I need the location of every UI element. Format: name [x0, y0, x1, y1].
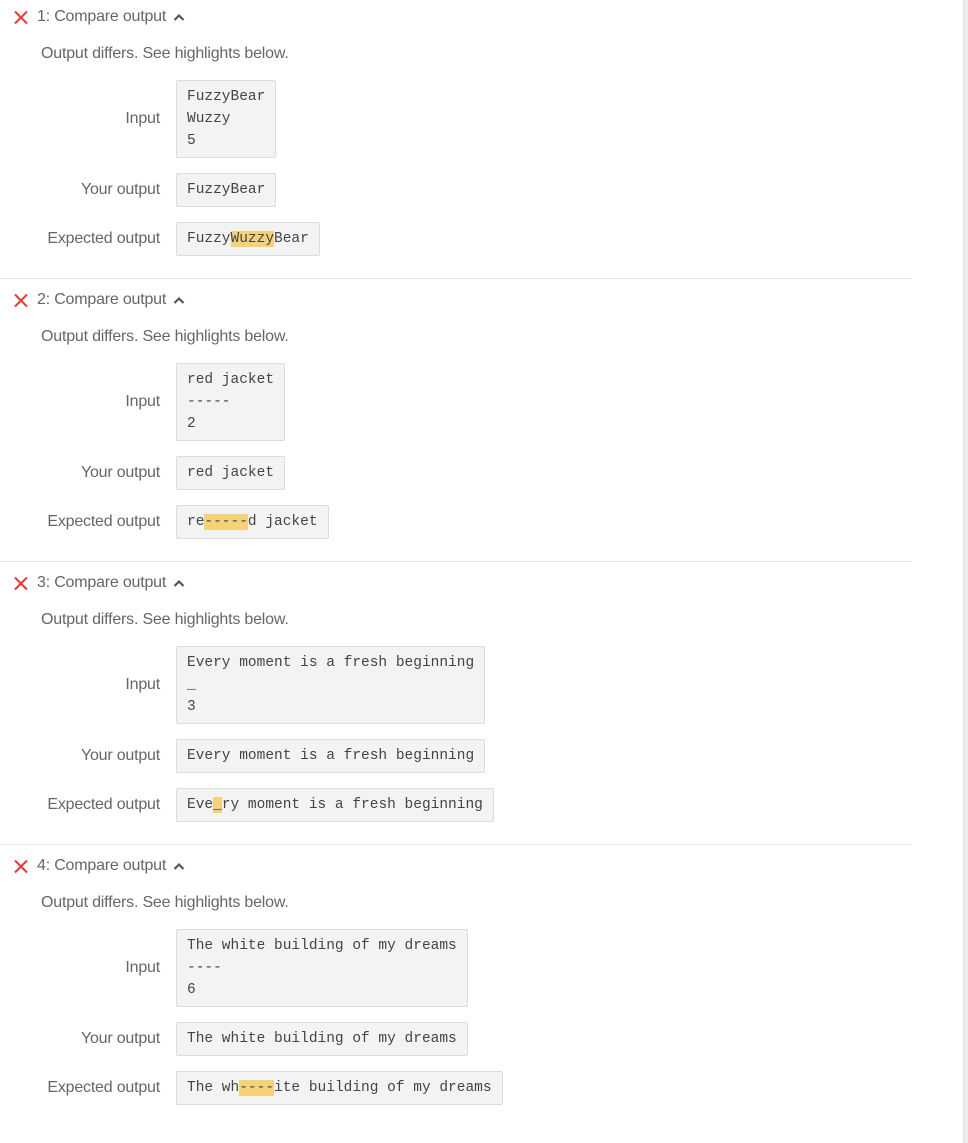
- expected-text: re: [187, 514, 205, 530]
- your-output-label: Your output: [80, 1030, 160, 1047]
- input-label: Input: [125, 959, 160, 976]
- expected-output-row: Expected output The wh----ite building o…: [0, 1071, 912, 1105]
- diff-message: Output differs. See highlights below.: [41, 45, 289, 62]
- input-line: 5: [187, 133, 196, 149]
- expected-output-label: Expected output: [47, 796, 160, 813]
- input-row: Input FuzzyBear Wuzzy 5: [0, 80, 912, 158]
- expected-output-box: re-----d jacket: [176, 505, 329, 539]
- expected-output-label: Expected output: [47, 230, 160, 247]
- input-line: 3: [187, 699, 196, 715]
- input-row: Input red jacket ----- 2: [0, 363, 912, 441]
- fail-x-icon: [13, 9, 29, 25]
- input-line: Every moment is a fresh beginning: [187, 655, 475, 671]
- expected-text: ry moment is a fresh beginning: [221, 797, 483, 813]
- your-output-box: red jacket: [176, 456, 286, 490]
- test-title: 1: Compare output: [37, 8, 167, 25]
- input-box: red jacket ----- 2: [176, 363, 286, 441]
- your-output-label: Your output: [80, 747, 160, 764]
- scrollbar[interactable]: [963, 0, 968, 1143]
- diff-message: Output differs. See highlights below.: [41, 611, 289, 628]
- input-label: Input: [125, 393, 160, 410]
- your-output-label: Your output: [80, 181, 160, 198]
- input-label: Input: [125, 676, 160, 693]
- expected-output-label: Expected output: [47, 513, 160, 530]
- your-output-row: Your output red jacket: [0, 456, 912, 490]
- test-title: 3: Compare output: [37, 574, 167, 591]
- test-header[interactable]: 1: Compare output: [0, 6, 912, 28]
- diff-message: Output differs. See highlights below.: [41, 894, 289, 911]
- test-header[interactable]: 4: Compare output: [0, 855, 912, 877]
- test-header[interactable]: 3: Compare output: [0, 572, 912, 594]
- expected-text: The wh: [187, 1080, 240, 1096]
- input-line: 2: [187, 416, 196, 432]
- chevron-up-icon[interactable]: [172, 10, 186, 24]
- input-row: Input Every moment is a fresh beginning _…: [0, 646, 912, 724]
- diff-highlight: -----: [204, 514, 248, 530]
- test-title: 4: Compare output: [37, 857, 167, 874]
- expected-output-row: Expected output Eve_ry moment is a fresh…: [0, 788, 912, 822]
- input-line: red jacket: [187, 372, 275, 388]
- diff-highlight: ----: [239, 1080, 275, 1096]
- your-output-box: The white building of my dreams: [176, 1022, 468, 1056]
- diff-message: Output differs. See highlights below.: [41, 328, 289, 345]
- input-box: FuzzyBear Wuzzy 5: [176, 80, 277, 158]
- expected-text: d jacket: [247, 514, 318, 530]
- chevron-up-icon[interactable]: [172, 576, 186, 590]
- expected-output-row: Expected output FuzzyWuzzyBear: [0, 222, 912, 256]
- test-result: 4: Compare output Output differs. See hi…: [0, 845, 912, 1127]
- test-title: 2: Compare output: [37, 291, 167, 308]
- expected-output-row: Expected output re-----d jacket: [0, 505, 912, 539]
- input-label: Input: [125, 110, 160, 127]
- expected-text: ite building of my dreams: [274, 1080, 492, 1096]
- test-result: 2: Compare output Output differs. See hi…: [0, 279, 912, 562]
- test-results-list: 1: Compare output Output differs. See hi…: [0, 0, 912, 1127]
- chevron-up-icon[interactable]: [172, 859, 186, 873]
- your-output-label: Your output: [80, 464, 160, 481]
- fail-x-icon: [13, 858, 29, 874]
- input-line: The white building of my dreams: [187, 938, 457, 954]
- input-line: 6: [187, 982, 196, 998]
- expected-text: Eve: [187, 797, 214, 813]
- expected-output-box: The wh----ite building of my dreams: [176, 1071, 503, 1105]
- diff-highlight: Wuzzy: [230, 231, 275, 247]
- test-header[interactable]: 2: Compare output: [0, 289, 912, 311]
- your-output-row: Your output FuzzyBear: [0, 173, 912, 207]
- input-line: ----: [187, 960, 222, 976]
- input-box: The white building of my dreams ---- 6: [176, 929, 468, 1007]
- input-line: FuzzyBear: [187, 89, 266, 105]
- expected-output-box: Eve_ry moment is a fresh beginning: [176, 788, 494, 822]
- expected-text: Bear: [274, 231, 309, 247]
- expected-text: Fuzzy: [187, 231, 231, 247]
- your-output-box: Every moment is a fresh beginning: [176, 739, 486, 773]
- input-line: _: [187, 677, 196, 693]
- input-line: Wuzzy: [187, 111, 231, 127]
- input-line: -----: [187, 394, 231, 410]
- chevron-up-icon[interactable]: [172, 293, 186, 307]
- your-output-row: Your output Every moment is a fresh begi…: [0, 739, 912, 773]
- your-output-box: FuzzyBear: [176, 173, 277, 207]
- input-row: Input The white building of my dreams ---…: [0, 929, 912, 1007]
- expected-output-box: FuzzyWuzzyBear: [176, 222, 320, 256]
- your-output-row: Your output The white building of my dre…: [0, 1022, 912, 1056]
- fail-x-icon: [13, 575, 29, 591]
- fail-x-icon: [13, 292, 29, 308]
- input-box: Every moment is a fresh beginning _ 3: [176, 646, 486, 724]
- test-result: 3: Compare output Output differs. See hi…: [0, 562, 912, 845]
- expected-output-label: Expected output: [47, 1079, 160, 1096]
- test-result: 1: Compare output Output differs. See hi…: [0, 0, 912, 279]
- diff-highlight: _: [213, 797, 222, 813]
